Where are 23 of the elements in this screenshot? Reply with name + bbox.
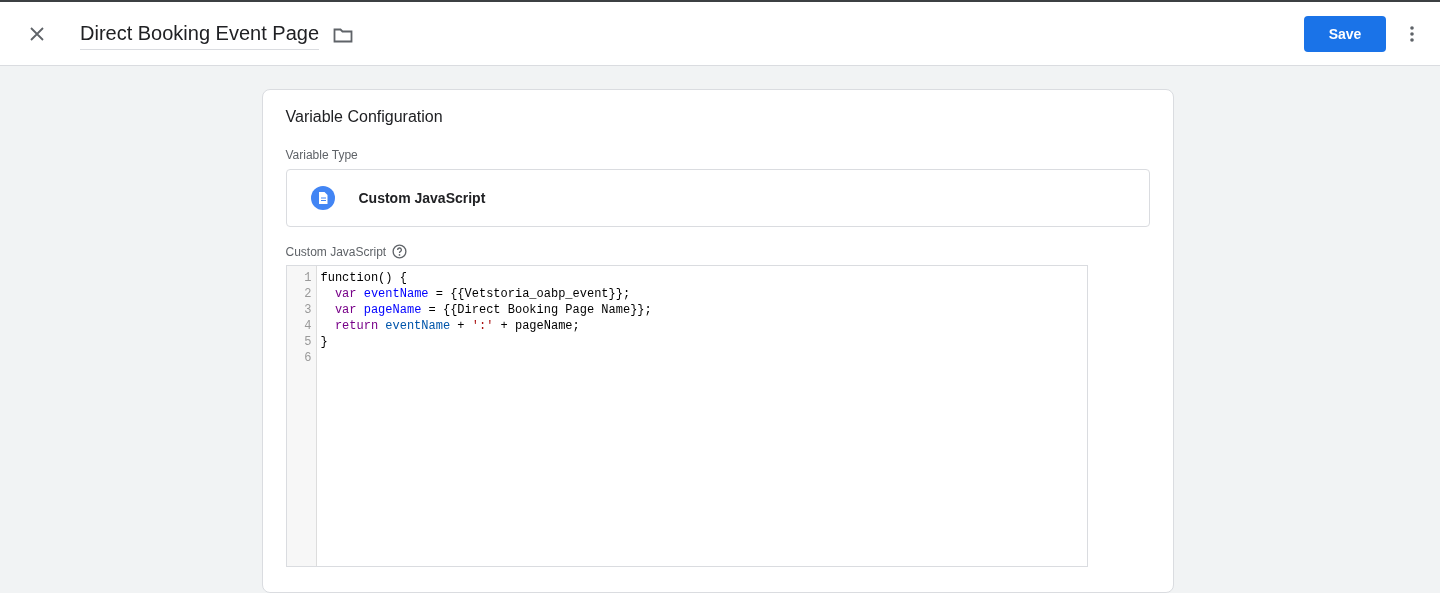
save-button[interactable]: Save xyxy=(1304,15,1386,52)
line-number: 5 xyxy=(303,334,313,350)
field-label: Variable Type xyxy=(285,148,359,162)
code-line: function() { xyxy=(320,271,407,285)
field-label: Custom JavaScript xyxy=(285,244,387,259)
title-field[interactable]: Direct Booking Event Page xyxy=(80,17,320,50)
line-number: 3 xyxy=(303,302,313,318)
line-number: 1 xyxy=(303,270,313,286)
code-line: var pageName = {{Direct Booking Page Name}}; xyxy=(333,303,652,317)
code-editor[interactable]: 1 2 3 4 5 6 function() { var eventName = {{Vetstoria_oabp_event}}; var pageName = {{Direct Booking Page Name}}; return eventName + ':' + pageName; } xyxy=(285,265,1088,567)
code-line: return eventName + ':' + pageName; xyxy=(333,319,580,333)
line-number: 6 xyxy=(303,350,313,366)
card-title: Variable Configuration xyxy=(285,108,444,126)
close-icon xyxy=(30,26,44,41)
code-line: } xyxy=(320,335,328,349)
line-number: 4 xyxy=(303,318,313,334)
line-number: 2 xyxy=(303,286,313,302)
code-line: var eventName = {{Vetstoria_oabp_event}}; xyxy=(333,287,631,301)
document-icon xyxy=(310,186,335,210)
help-icon[interactable] xyxy=(392,244,408,259)
more-icon[interactable] xyxy=(1410,25,1414,42)
variable-type-selector[interactable]: Custom JavaScript xyxy=(285,169,1150,227)
folder-icon[interactable] xyxy=(333,26,354,43)
